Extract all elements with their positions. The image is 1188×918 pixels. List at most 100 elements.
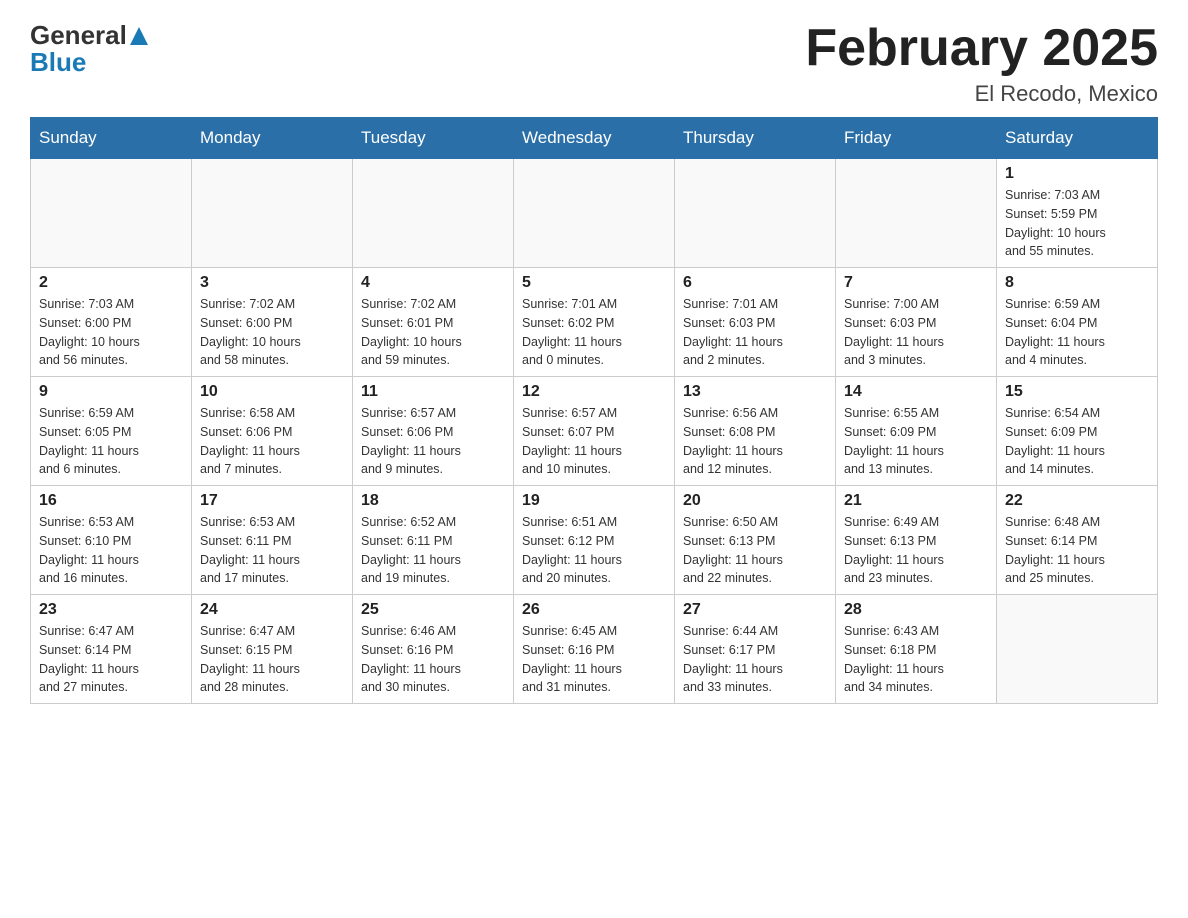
day-info: Sunrise: 6:48 AMSunset: 6:14 PMDaylight:… xyxy=(1005,513,1149,588)
day-number: 13 xyxy=(683,383,827,401)
calendar-cell: 16 Sunrise: 6:53 AMSunset: 6:10 PMDayligh… xyxy=(31,486,192,595)
calendar-day-header: Monday xyxy=(192,118,353,159)
calendar-week-row: 1 Sunrise: 7:03 AMSunset: 5:59 PMDaylight… xyxy=(31,159,1158,268)
day-number: 16 xyxy=(39,492,183,510)
calendar-day-header: Tuesday xyxy=(353,118,514,159)
day-info: Sunrise: 7:03 AMSunset: 5:59 PMDaylight:… xyxy=(1005,186,1149,261)
day-info: Sunrise: 6:57 AMSunset: 6:07 PMDaylight:… xyxy=(522,404,666,479)
calendar-cell: 17 Sunrise: 6:53 AMSunset: 6:11 PMDayligh… xyxy=(192,486,353,595)
logo-icon xyxy=(130,27,148,45)
calendar-cell: 25Sunrise: 6:46 AMSunset: 6:16 PMDayligh… xyxy=(353,595,514,704)
calendar-day-header: Wednesday xyxy=(514,118,675,159)
day-number: 21 xyxy=(844,492,988,510)
day-number: 3 xyxy=(200,274,344,292)
day-info: Sunrise: 6:56 AMSunset: 6:08 PMDaylight:… xyxy=(683,404,827,479)
day-number: 23 xyxy=(39,601,183,619)
day-info: Sunrise: 6:50 AMSunset: 6:13 PMDaylight:… xyxy=(683,513,827,588)
day-info: Sunrise: 6:46 AMSunset: 6:16 PMDaylight:… xyxy=(361,622,505,697)
calendar-cell xyxy=(353,159,514,268)
day-info: Sunrise: 6:52 AMSunset: 6:11 PMDaylight:… xyxy=(361,513,505,588)
calendar-cell: 13 Sunrise: 6:56 AMSunset: 6:08 PMDayligh… xyxy=(675,377,836,486)
calendar-cell: 3 Sunrise: 7:02 AMSunset: 6:00 PMDaylight… xyxy=(192,268,353,377)
day-number: 11 xyxy=(361,383,505,401)
calendar-cell xyxy=(997,595,1158,704)
day-number: 6 xyxy=(683,274,827,292)
page-header: General Blue February 2025 El Recodo, Me… xyxy=(30,20,1158,107)
day-number: 22 xyxy=(1005,492,1149,510)
calendar-cell: 28 Sunrise: 6:43 AMSunset: 6:18 PMDayligh… xyxy=(836,595,997,704)
day-info: Sunrise: 6:44 AMSunset: 6:17 PMDaylight:… xyxy=(683,622,827,697)
calendar-cell: 9Sunrise: 6:59 AMSunset: 6:05 PMDaylight… xyxy=(31,377,192,486)
day-info: Sunrise: 6:58 AMSunset: 6:06 PMDaylight:… xyxy=(200,404,344,479)
calendar-cell: 22 Sunrise: 6:48 AMSunset: 6:14 PMDayligh… xyxy=(997,486,1158,595)
day-number: 7 xyxy=(844,274,988,292)
calendar-cell: 14Sunrise: 6:55 AMSunset: 6:09 PMDayligh… xyxy=(836,377,997,486)
day-info: Sunrise: 6:57 AMSunset: 6:06 PMDaylight:… xyxy=(361,404,505,479)
calendar-cell: 15 Sunrise: 6:54 AMSunset: 6:09 PMDayligh… xyxy=(997,377,1158,486)
calendar-cell xyxy=(836,159,997,268)
day-number: 8 xyxy=(1005,274,1149,292)
calendar-cell: 6 Sunrise: 7:01 AMSunset: 6:03 PMDaylight… xyxy=(675,268,836,377)
calendar-day-header: Saturday xyxy=(997,118,1158,159)
day-number: 17 xyxy=(200,492,344,510)
calendar-week-row: 23 Sunrise: 6:47 AMSunset: 6:14 PMDayligh… xyxy=(31,595,1158,704)
day-info: Sunrise: 6:47 AMSunset: 6:15 PMDaylight:… xyxy=(200,622,344,697)
calendar-cell xyxy=(31,159,192,268)
day-info: Sunrise: 7:01 AMSunset: 6:03 PMDaylight:… xyxy=(683,295,827,370)
day-number: 12 xyxy=(522,383,666,401)
calendar-cell: 2Sunrise: 7:03 AMSunset: 6:00 PMDaylight… xyxy=(31,268,192,377)
day-number: 5 xyxy=(522,274,666,292)
calendar-cell: 12 Sunrise: 6:57 AMSunset: 6:07 PMDayligh… xyxy=(514,377,675,486)
logo: General Blue xyxy=(30,20,148,78)
day-number: 1 xyxy=(1005,165,1149,183)
day-number: 20 xyxy=(683,492,827,510)
calendar-cell: 21 Sunrise: 6:49 AMSunset: 6:13 PMDayligh… xyxy=(836,486,997,595)
calendar-cell xyxy=(675,159,836,268)
calendar-header-row: SundayMondayTuesdayWednesdayThursdayFrid… xyxy=(31,118,1158,159)
day-info: Sunrise: 7:02 AMSunset: 6:00 PMDaylight:… xyxy=(200,295,344,370)
calendar-week-row: 9Sunrise: 6:59 AMSunset: 6:05 PMDaylight… xyxy=(31,377,1158,486)
day-info: Sunrise: 6:59 AMSunset: 6:04 PMDaylight:… xyxy=(1005,295,1149,370)
calendar-cell: 10 Sunrise: 6:58 AMSunset: 6:06 PMDayligh… xyxy=(192,377,353,486)
day-number: 28 xyxy=(844,601,988,619)
calendar-day-header: Sunday xyxy=(31,118,192,159)
calendar-cell: 5 Sunrise: 7:01 AMSunset: 6:02 PMDaylight… xyxy=(514,268,675,377)
calendar-cell: 26Sunrise: 6:45 AMSunset: 6:16 PMDayligh… xyxy=(514,595,675,704)
day-number: 24 xyxy=(200,601,344,619)
day-number: 10 xyxy=(200,383,344,401)
calendar-day-header: Friday xyxy=(836,118,997,159)
day-number: 2 xyxy=(39,274,183,292)
day-info: Sunrise: 6:59 AMSunset: 6:05 PMDaylight:… xyxy=(39,404,183,479)
location: El Recodo, Mexico xyxy=(805,81,1158,107)
calendar-cell: 23 Sunrise: 6:47 AMSunset: 6:14 PMDayligh… xyxy=(31,595,192,704)
day-number: 4 xyxy=(361,274,505,292)
calendar-cell: 19Sunrise: 6:51 AMSunset: 6:12 PMDayligh… xyxy=(514,486,675,595)
day-info: Sunrise: 6:43 AMSunset: 6:18 PMDaylight:… xyxy=(844,622,988,697)
day-info: Sunrise: 7:01 AMSunset: 6:02 PMDaylight:… xyxy=(522,295,666,370)
calendar-cell: 24 Sunrise: 6:47 AMSunset: 6:15 PMDayligh… xyxy=(192,595,353,704)
calendar-week-row: 2Sunrise: 7:03 AMSunset: 6:00 PMDaylight… xyxy=(31,268,1158,377)
day-info: Sunrise: 6:54 AMSunset: 6:09 PMDaylight:… xyxy=(1005,404,1149,479)
day-info: Sunrise: 6:49 AMSunset: 6:13 PMDaylight:… xyxy=(844,513,988,588)
calendar-cell: 18 Sunrise: 6:52 AMSunset: 6:11 PMDayligh… xyxy=(353,486,514,595)
calendar-table: SundayMondayTuesdayWednesdayThursdayFrid… xyxy=(30,117,1158,704)
calendar-cell xyxy=(514,159,675,268)
day-info: Sunrise: 6:47 AMSunset: 6:14 PMDaylight:… xyxy=(39,622,183,697)
title-section: February 2025 El Recodo, Mexico xyxy=(805,20,1158,107)
calendar-cell: 20 Sunrise: 6:50 AMSunset: 6:13 PMDayligh… xyxy=(675,486,836,595)
day-number: 18 xyxy=(361,492,505,510)
day-info: Sunrise: 6:53 AMSunset: 6:11 PMDaylight:… xyxy=(200,513,344,588)
calendar-cell: 4 Sunrise: 7:02 AMSunset: 6:01 PMDaylight… xyxy=(353,268,514,377)
calendar-cell: 27Sunrise: 6:44 AMSunset: 6:17 PMDayligh… xyxy=(675,595,836,704)
day-info: Sunrise: 7:00 AMSunset: 6:03 PMDaylight:… xyxy=(844,295,988,370)
calendar-cell: 8 Sunrise: 6:59 AMSunset: 6:04 PMDaylight… xyxy=(997,268,1158,377)
day-info: Sunrise: 6:53 AMSunset: 6:10 PMDaylight:… xyxy=(39,513,183,588)
calendar-cell: 11 Sunrise: 6:57 AMSunset: 6:06 PMDayligh… xyxy=(353,377,514,486)
day-info: Sunrise: 7:02 AMSunset: 6:01 PMDaylight:… xyxy=(361,295,505,370)
day-number: 14 xyxy=(844,383,988,401)
day-info: Sunrise: 6:51 AMSunset: 6:12 PMDaylight:… xyxy=(522,513,666,588)
day-info: Sunrise: 6:45 AMSunset: 6:16 PMDaylight:… xyxy=(522,622,666,697)
logo-blue-text: Blue xyxy=(30,47,86,78)
day-number: 15 xyxy=(1005,383,1149,401)
calendar-week-row: 16 Sunrise: 6:53 AMSunset: 6:10 PMDayligh… xyxy=(31,486,1158,595)
